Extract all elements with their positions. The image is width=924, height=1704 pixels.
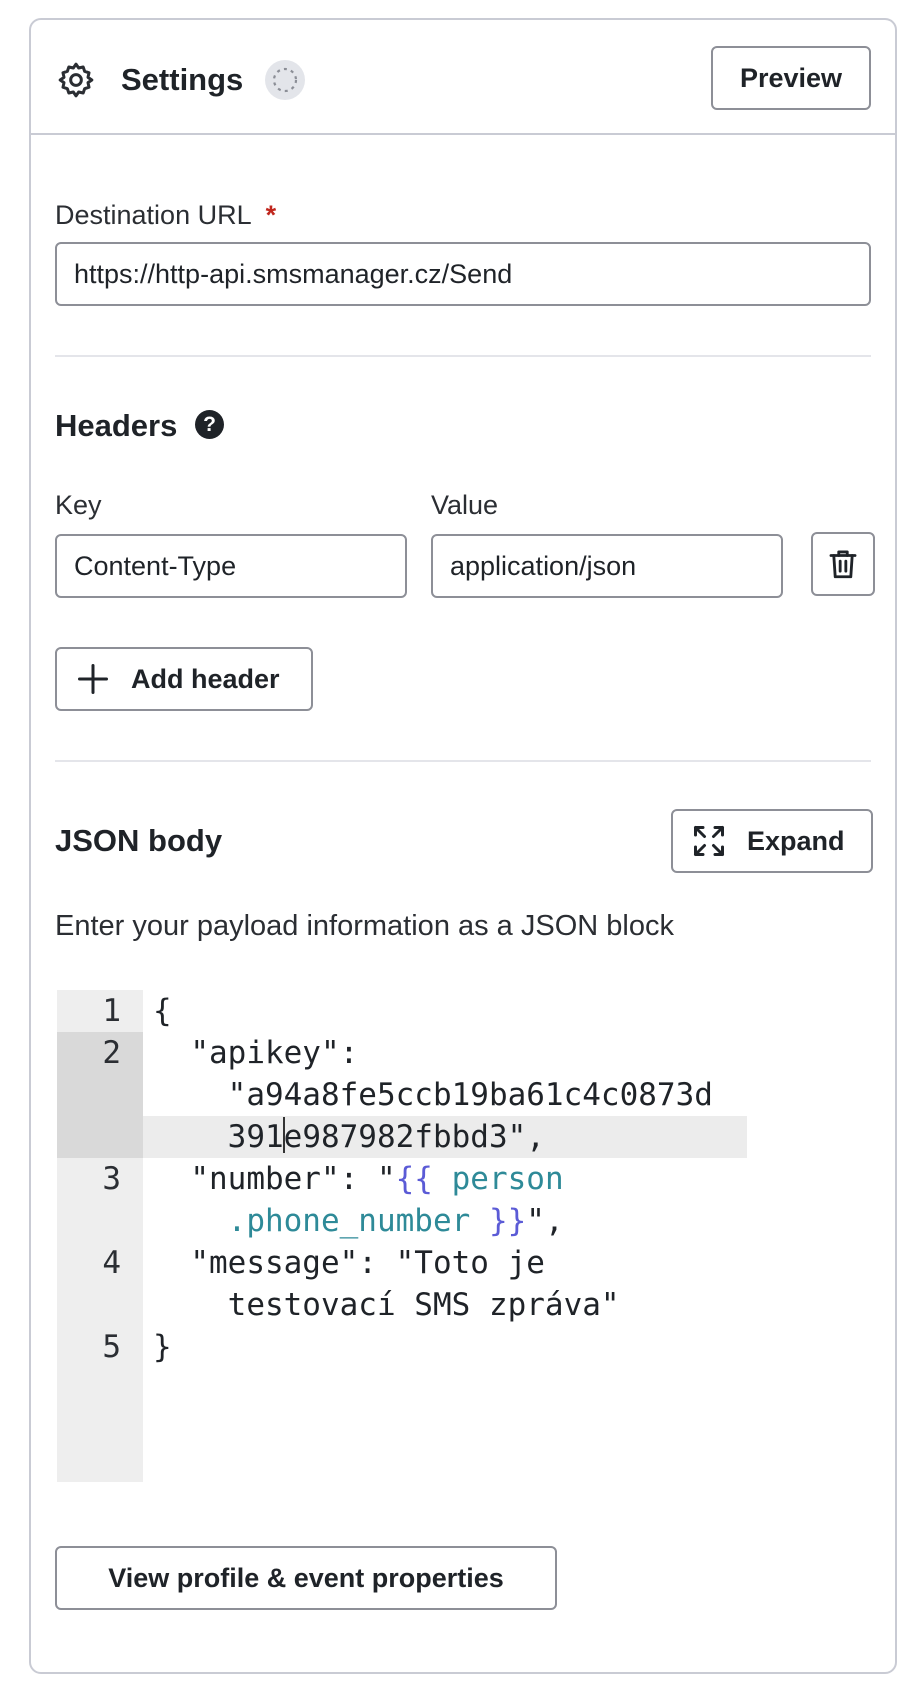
json-body-description: Enter your payload information as a JSON… [55,910,674,942]
code-line: { [153,993,172,1029]
headers-title: Headers [55,408,178,443]
template-brace: {{ [395,1161,433,1197]
spinner-dots [272,67,298,93]
header-key-input[interactable] [55,534,407,598]
code-line: "number": "{{ person [153,1158,564,1200]
line-number: 5 [102,1329,121,1365]
required-mark: * [265,200,277,230]
page-title: Settings [121,62,244,97]
line-number: 2 [102,1035,121,1071]
preview-button[interactable]: Preview [711,46,871,110]
divider [55,355,871,357]
add-header-button[interactable]: Add header [55,647,313,711]
json-code-editor[interactable]: 1 2 3 4 5 { "apikey": "a94a8fe5ccb19ba61… [57,990,747,1482]
key-label: Key [55,490,102,520]
divider [55,760,871,762]
destination-url-label: Destination URL * [55,198,276,232]
header-value-input[interactable] [431,534,783,598]
question-circle-icon[interactable]: ? [195,410,224,439]
destination-url-input[interactable] [55,242,871,306]
code-line: } [153,1329,172,1365]
template-variable: person [432,1161,564,1197]
expand-label: Expand [747,825,845,856]
settings-panel: Settings Preview Destination URL * Header… [29,18,897,1674]
code-text: ", [526,1203,564,1239]
expand-button[interactable]: Expand [671,809,873,873]
line-number: 1 [102,993,121,1029]
code-line: .phone_number }}", [153,1200,564,1242]
value-label: Value [431,490,499,520]
code-text: e987982fbbd3", [283,1119,545,1155]
add-header-label: Add header [131,663,280,694]
code-line: 391e987982fbbd3", [153,1116,545,1158]
code-text: "number": " [153,1161,396,1197]
line-number: 4 [102,1245,121,1281]
template-variable: .phone_number [227,1203,471,1239]
plus-icon [78,664,108,694]
code-line: testovací SMS zpráva" [153,1287,620,1323]
code-line: "apikey": [153,1035,359,1071]
view-properties-button[interactable]: View profile & event properties [55,1546,557,1610]
json-body-title: JSON body [55,823,223,858]
template-brace: }} [470,1203,527,1239]
code-text: 391 [153,1119,284,1155]
expand-arrows-icon [694,826,724,856]
gear-icon [58,62,94,98]
line-number: 3 [102,1161,121,1197]
destination-url-label-text: Destination URL [55,200,252,230]
spinner-icon [265,60,305,100]
delete-header-button[interactable] [811,532,875,596]
trash-icon [829,550,857,579]
code-line: "a94a8fe5ccb19ba61c4c0873d [153,1077,713,1113]
code-line: "message": "Toto je [153,1245,545,1281]
panel-header: Settings Preview [31,20,895,135]
